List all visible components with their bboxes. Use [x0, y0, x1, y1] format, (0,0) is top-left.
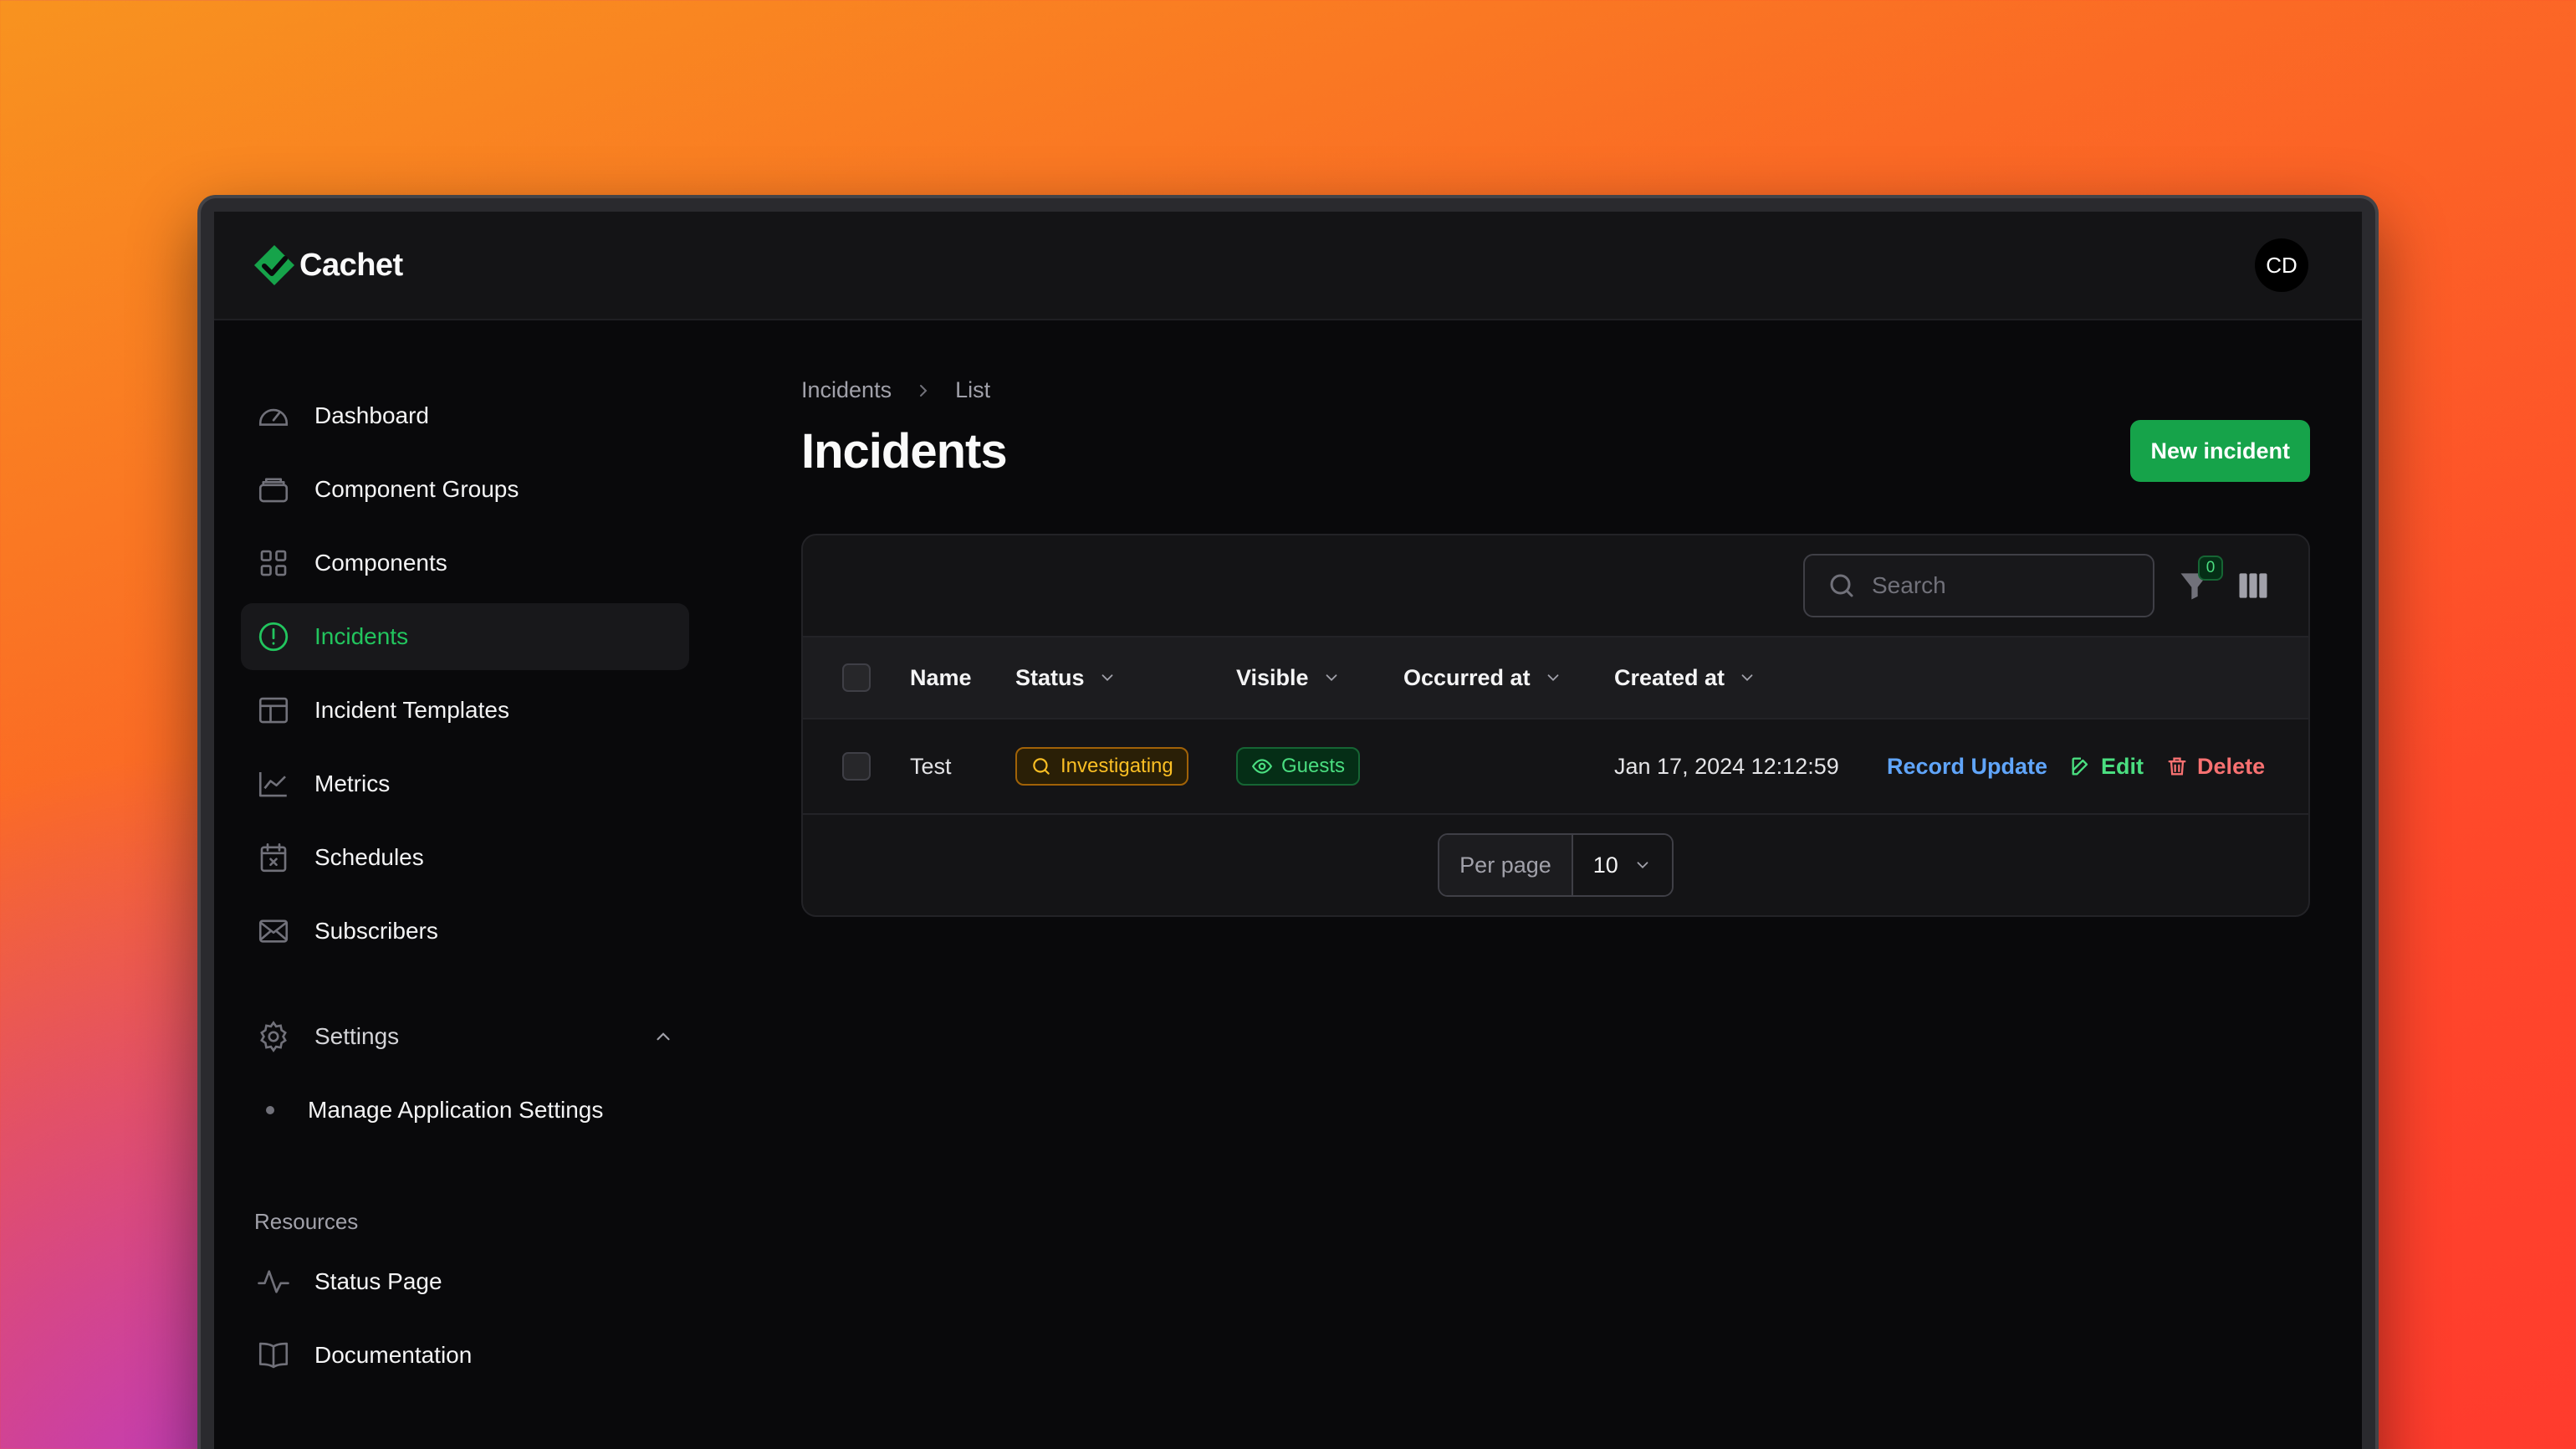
- app-name: Cachet: [299, 247, 403, 283]
- chart-line-icon: [258, 772, 287, 797]
- template-icon: [258, 697, 289, 724]
- sidebar-item-incidents[interactable]: Incidents: [241, 603, 689, 670]
- sidebar-item-subscribers[interactable]: Subscribers: [241, 898, 689, 965]
- cachet-logo-icon: [254, 245, 294, 285]
- chevron-down-icon: [1741, 674, 1753, 682]
- stack-icon: [258, 478, 289, 503]
- sidebar-item-label: Component Groups: [314, 476, 519, 502]
- column-header-visible[interactable]: Visible: [1236, 665, 1403, 691]
- pulse-icon: [258, 1270, 289, 1293]
- page-header: Incidents New incident: [801, 420, 2310, 482]
- filter-button[interactable]: 0: [2176, 556, 2223, 604]
- sidebar-item-label: Documentation: [314, 1342, 473, 1368]
- chevron-up-icon[interactable]: [652, 1026, 674, 1047]
- sidebar-item-manage-application-settings[interactable]: Manage Application Settings: [241, 1077, 689, 1144]
- page-title: Incidents: [801, 423, 1008, 479]
- resources-heading: Resources: [254, 1209, 359, 1234]
- main-content: Incidents List Incidents New incident Se…: [801, 322, 2310, 917]
- created-at-cell: Jan 17, 2024 12:12:59: [1614, 753, 1839, 779]
- chevron-down-icon: [1101, 674, 1112, 682]
- chevron-right-icon: [920, 384, 928, 397]
- column-header-status[interactable]: Status: [1015, 665, 1236, 691]
- device-frame: Cachet CD Dashboard Component Groups Com…: [197, 195, 2379, 1449]
- visibility-badge: Guests: [1236, 747, 1361, 786]
- bullet-icon: [266, 1106, 274, 1114]
- search-input[interactable]: Search: [1803, 554, 2154, 617]
- row-checkbox[interactable]: [842, 752, 871, 781]
- breadcrumb-incidents[interactable]: Incidents: [801, 377, 892, 403]
- sidebar-group-settings[interactable]: Settings: [241, 1003, 689, 1070]
- sidebar-item-label: Incident Templates: [314, 697, 509, 723]
- column-header-name: Name: [910, 664, 972, 690]
- app-window: Cachet CD Dashboard Component Groups Com…: [214, 212, 2362, 1449]
- search-placeholder: Search: [1872, 572, 1946, 598]
- sidebar-item-label: Incidents: [314, 623, 409, 649]
- table-toolbar: Search 0: [803, 535, 2308, 637]
- brand-logo[interactable]: Cachet: [253, 243, 403, 287]
- per-page-label: Per page: [1439, 835, 1573, 895]
- sidebar-item-label: Dashboard: [314, 402, 429, 428]
- gauge-icon: [258, 408, 289, 426]
- new-incident-button[interactable]: New incident: [2130, 420, 2310, 482]
- incident-name: Test: [910, 753, 952, 779]
- edit-icon: [2072, 757, 2088, 776]
- delete-link[interactable]: Delete: [2165, 754, 2265, 780]
- search-icon: [1830, 574, 1853, 597]
- sidebar-item-components[interactable]: Components: [241, 530, 689, 596]
- chevron-down-icon: [1637, 862, 1648, 869]
- grid-icon: [260, 550, 287, 576]
- sidebar-item-label: Manage Application Settings: [308, 1097, 604, 1123]
- eye-icon: [1251, 759, 1273, 774]
- record-update-link[interactable]: Record Update: [1887, 754, 2047, 780]
- envelope-icon: [258, 919, 289, 943]
- user-avatar[interactable]: CD: [2255, 238, 2308, 292]
- search-icon: [1033, 758, 1050, 775]
- edit-link[interactable]: Edit: [2069, 754, 2144, 780]
- sidebar-item-schedules[interactable]: Schedules: [241, 824, 689, 891]
- sidebar-item-label: Schedules: [314, 844, 424, 870]
- book-icon: [258, 1342, 289, 1369]
- settings-label: Settings: [314, 1023, 400, 1049]
- per-page-select[interactable]: Per page 10: [1438, 833, 1674, 897]
- columns-icon: [2239, 573, 2267, 598]
- sidebar-item-label: Subscribers: [314, 918, 438, 944]
- sidebar-item-status-page[interactable]: Status Page: [241, 1248, 689, 1315]
- sidebar-item-label: Status Page: [314, 1268, 442, 1294]
- column-toggle-button[interactable]: [2235, 567, 2272, 604]
- sidebar-item-component-groups[interactable]: Component Groups: [241, 456, 689, 523]
- pagination: Per page 10: [803, 815, 2308, 915]
- chevron-down-icon: [1326, 674, 1337, 682]
- select-all-checkbox[interactable]: [842, 663, 871, 692]
- sidebar-item-incident-templates[interactable]: Incident Templates: [241, 677, 689, 744]
- calendar-icon: [260, 842, 287, 873]
- table-header: Name Status Visible Occurred at Created …: [803, 637, 2308, 719]
- per-page-value: 10: [1592, 852, 1618, 878]
- gear-icon: [260, 1021, 287, 1052]
- sidebar-item-dashboard[interactable]: Dashboard: [241, 382, 689, 449]
- sidebar-item-label: Metrics: [314, 771, 391, 796]
- sidebar-item-documentation[interactable]: Documentation: [241, 1322, 689, 1389]
- sidebar: Dashboard Component Groups Components In…: [214, 322, 716, 1449]
- column-header-occurred-at[interactable]: Occurred at: [1403, 665, 1614, 691]
- breadcrumb-list: List: [955, 377, 991, 402]
- top-bar: Cachet CD: [214, 212, 2362, 320]
- sidebar-item-metrics[interactable]: Metrics: [241, 750, 689, 817]
- filter-count-badge: 0: [2198, 556, 2223, 581]
- row-actions: Record Update Edit Delete: [1887, 754, 2265, 780]
- breadcrumb: Incidents List: [801, 377, 2310, 403]
- trash-icon: [2168, 757, 2186, 776]
- table-row[interactable]: Test Investigating Guests Jan 17, 2024 1…: [803, 719, 2308, 815]
- column-header-created-at[interactable]: Created at: [1614, 665, 1887, 691]
- exclamation-circle-icon: [258, 622, 289, 652]
- chevron-down-icon: [1547, 674, 1558, 682]
- incidents-table-card: Search 0 Name Status Visible Occurred at…: [801, 534, 2310, 917]
- sidebar-item-label: Components: [314, 550, 447, 576]
- status-badge: Investigating: [1015, 747, 1188, 786]
